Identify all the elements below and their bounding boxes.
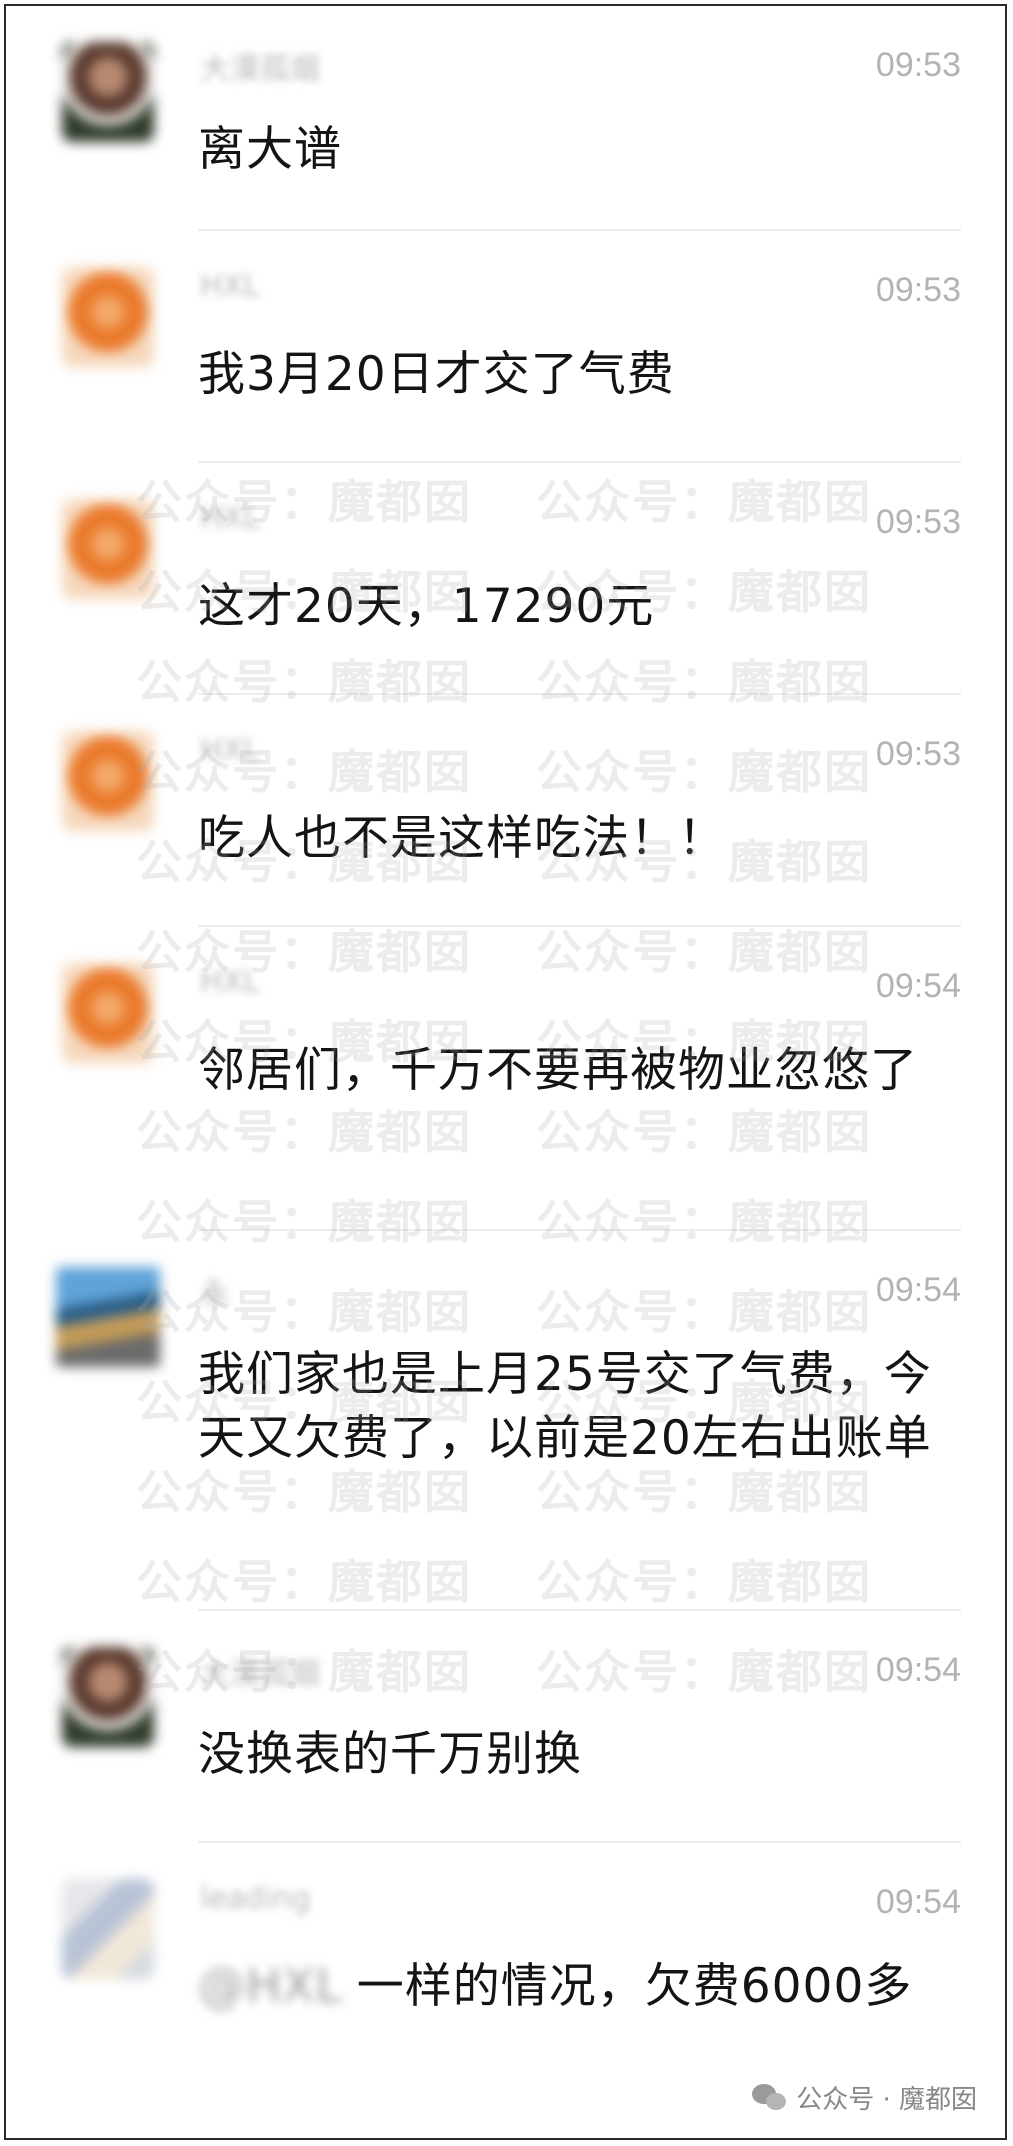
chat-message: 大漠孤烟 09:54 没换表的千万别换	[6, 1611, 1005, 1843]
message-time: 09:53	[875, 503, 961, 541]
sender-name: 永	[200, 1277, 230, 1312]
message-text: 邻居们，千万不要再被物业忽悠了	[198, 1043, 918, 1098]
message-text: 我们家也是上月25号交了气费，今天又欠费了，以前是20左右出账单	[198, 1347, 932, 1466]
avatar-icon[interactable]	[62, 1879, 154, 1979]
chat-message: 永 09:54 我们家也是上月25号交了气费，今天又欠费了，以前是20左右出账单	[6, 1231, 1005, 1611]
avatar-icon[interactable]	[62, 499, 154, 599]
sender-name: 大漠孤烟	[200, 1657, 320, 1692]
message-time: 09:53	[875, 735, 961, 773]
chat-message: HXL 09:53 这才20天，17290元	[6, 463, 1005, 695]
avatar-icon[interactable]	[62, 267, 154, 367]
chat-message: HXL 09:53 吃人也不是这样吃法！！	[6, 695, 1005, 927]
message-time: 09:54	[875, 1651, 961, 1689]
sender-name: HXL	[200, 733, 260, 768]
message-text: 我3月20日才交了气费	[198, 347, 675, 402]
source-label: 公众号 · 魔都囡	[752, 2079, 977, 2116]
avatar-icon[interactable]	[62, 1647, 154, 1747]
source-label-text: 公众号 · 魔都囡	[796, 2085, 977, 2115]
sender-name: 大漠孤烟	[200, 52, 320, 87]
sender-name: leading	[200, 1881, 311, 1916]
avatar-icon[interactable]	[56, 1267, 160, 1367]
message-time: 09:54	[875, 967, 961, 1005]
message-text: 吃人也不是这样吃法！！	[198, 811, 726, 866]
message-time: 09:54	[875, 1271, 961, 1309]
avatar-icon[interactable]	[62, 963, 154, 1063]
chat-message: HXL 09:53 我3月20日才交了气费	[6, 231, 1005, 463]
chat-message: 大漠孤烟 09:53 离大谱	[6, 6, 1005, 231]
chat-screenshot: 大漠孤烟 09:53 离大谱 HXL 09:53 我3月20日才交了气费 HXL…	[4, 4, 1007, 2140]
message-text: @HXL 一样的情况，欠费6000多	[198, 1955, 958, 2019]
avatar-icon[interactable]	[62, 731, 154, 831]
mention-tag[interactable]: @HXL	[198, 1955, 343, 2019]
message-time: 09:54	[875, 1883, 961, 1921]
message-text: 离大谱	[198, 122, 342, 177]
message-time: 09:53	[875, 46, 961, 84]
chat-message: HXL 09:54 邻居们，千万不要再被物业忽悠了	[6, 927, 1005, 1231]
sender-name: HXL	[200, 501, 260, 536]
sender-name: HXL	[200, 965, 260, 1000]
message-time: 09:53	[875, 271, 961, 309]
message-body: 一样的情况，欠费6000多	[356, 1959, 913, 2014]
message-text: 没换表的千万别换	[198, 1727, 582, 1782]
wechat-icon	[752, 2083, 788, 2112]
sender-name: HXL	[200, 269, 260, 304]
message-text: 这才20天，17290元	[198, 579, 655, 634]
avatar-icon[interactable]	[62, 42, 154, 142]
